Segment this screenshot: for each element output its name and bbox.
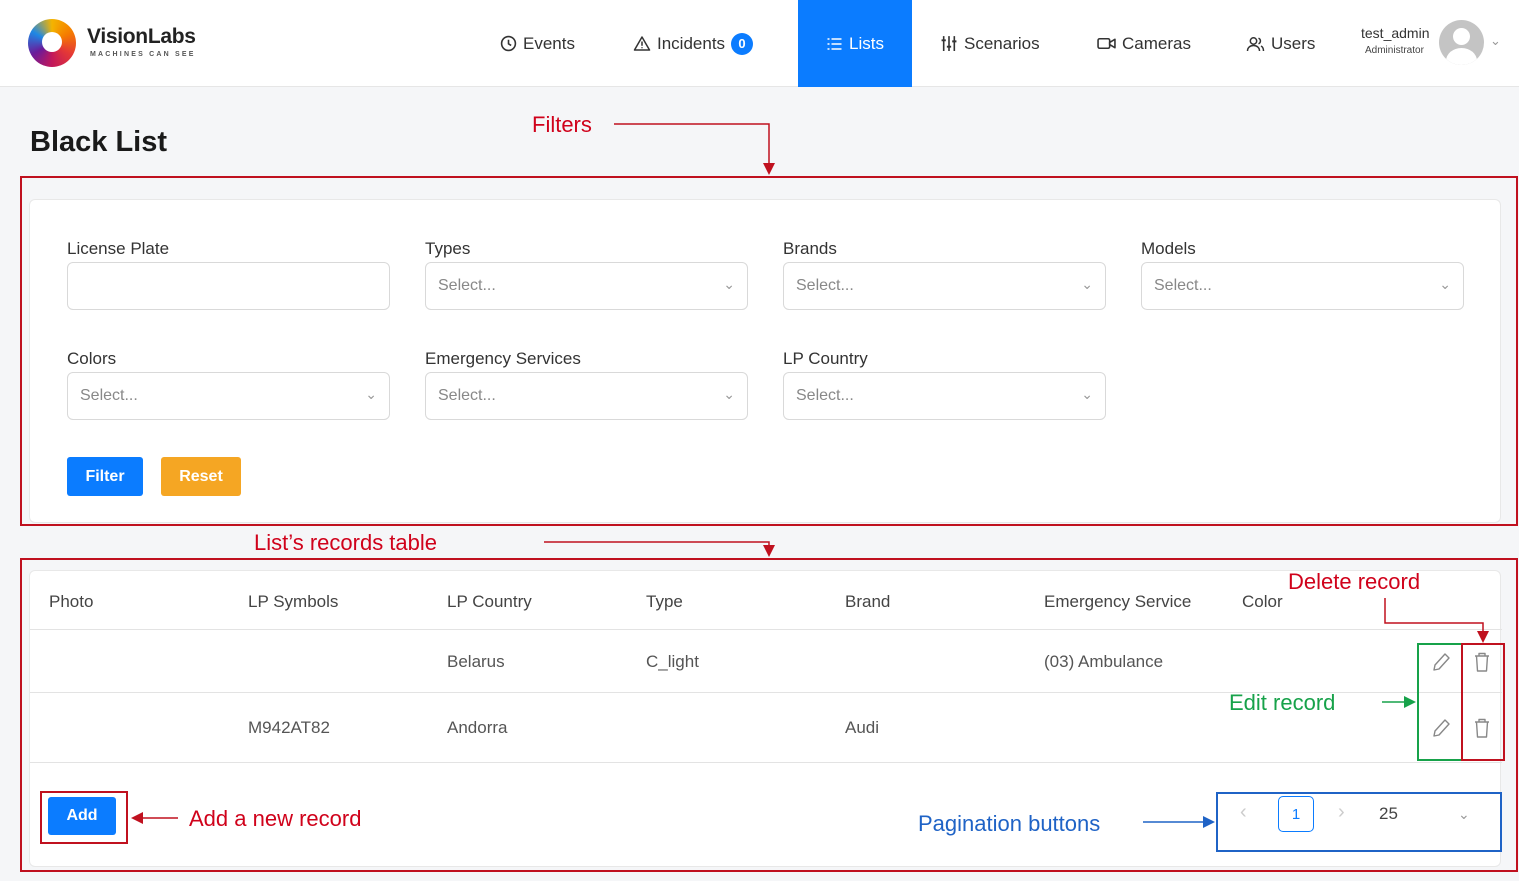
incidents-count-badge: 0 — [731, 32, 754, 55]
users-icon — [1246, 36, 1265, 51]
nav-lists-label: Lists — [849, 33, 884, 53]
avatar[interactable] — [1439, 20, 1484, 65]
nav-users-label: Users — [1271, 33, 1316, 53]
chevron-down-icon[interactable]: ⌄ — [1490, 33, 1501, 49]
nav-scenarios-label: Scenarios — [964, 33, 1040, 53]
edit-record-annotation: Edit record — [1229, 690, 1336, 715]
list-icon — [827, 37, 842, 50]
clock-icon — [500, 35, 517, 52]
page-title: Black List — [30, 126, 167, 158]
records-table-annotation: List’s records table — [254, 530, 438, 555]
add-record-annotation: Add a new record — [189, 806, 362, 831]
nav-scenarios[interactable]: Scenarios — [940, 0, 1040, 87]
visionlabs-logo-icon[interactable] — [28, 19, 76, 67]
warning-icon — [633, 36, 651, 51]
brand-name: VisionLabs — [87, 25, 196, 48]
sliders-icon — [941, 36, 957, 51]
nav-cameras-label: Cameras — [1122, 33, 1191, 53]
top-header: VisionLabs MACHINES CAN SEE Events Incid… — [0, 0, 1519, 87]
edit-annotation-box — [1417, 643, 1463, 761]
pagination-annotation: Pagination buttons — [918, 811, 1101, 836]
nav-events[interactable]: Events — [500, 0, 575, 87]
add-annotation-box — [40, 791, 128, 844]
user-name[interactable]: test_admin — [1361, 25, 1429, 41]
filters-annotation: Filters — [532, 112, 592, 137]
nav-incidents-label: Incidents — [657, 33, 726, 53]
delete-record-annotation: Delete record — [1288, 569, 1421, 594]
nav-lists[interactable]: Lists — [798, 0, 912, 87]
delete-annotation-box — [1461, 643, 1505, 761]
user-role: Administrator — [1365, 45, 1424, 56]
filters-annotation-box — [20, 176, 1518, 526]
pagination-annotation-box — [1216, 792, 1502, 852]
nav-incidents[interactable]: Incidents 0 — [633, 0, 754, 87]
brand-tagline: MACHINES CAN SEE — [90, 51, 196, 58]
camera-icon — [1097, 37, 1116, 50]
nav-users[interactable]: Users — [1246, 0, 1315, 87]
nav-cameras[interactable]: Cameras — [1097, 0, 1191, 87]
nav-events-label: Events — [523, 33, 575, 53]
